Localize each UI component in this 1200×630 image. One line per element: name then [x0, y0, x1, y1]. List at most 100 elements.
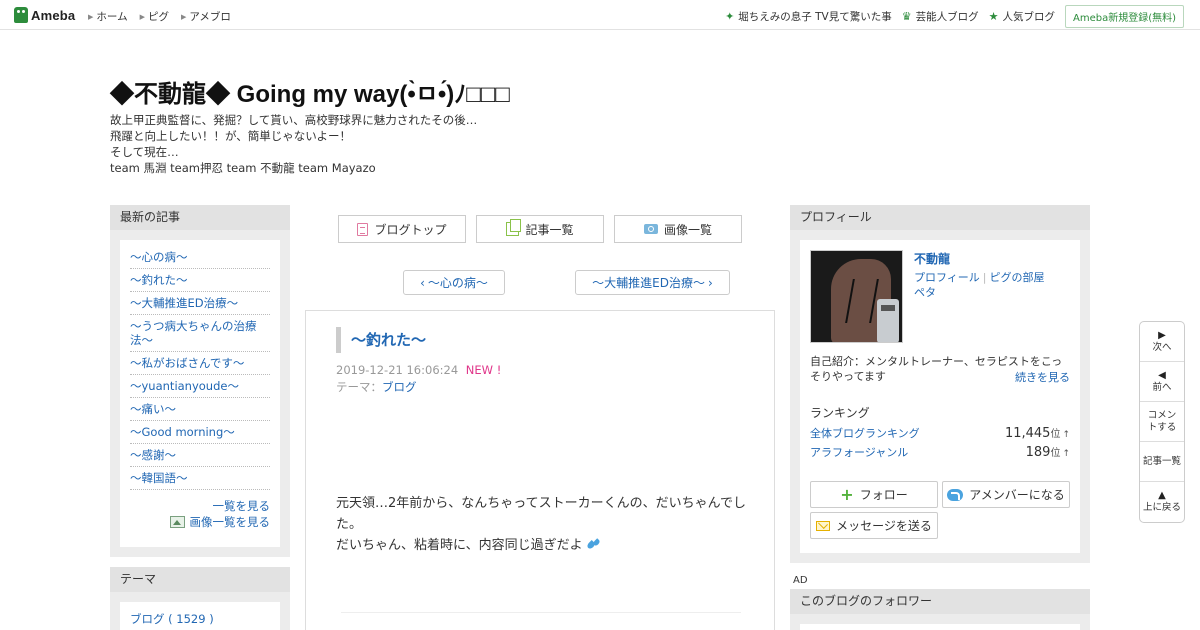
- trending-link[interactable]: ✦ 堀ちえみの息子 TV見て驚いた事: [725, 9, 892, 24]
- profile-box: 不動龍 プロフィール | ピグの部屋 ペタ 自己紹介：メンタルトレーナー、セラピスト…: [790, 230, 1090, 563]
- caret-right-icon: ▶: [139, 12, 145, 21]
- theme-box: ブログ ( 1529 ): [110, 592, 290, 630]
- crown-icon: ♛: [901, 10, 912, 23]
- recent-article-link[interactable]: 〜感謝〜: [130, 444, 270, 467]
- follow-label: フォロー: [859, 488, 908, 502]
- divider: [341, 612, 741, 613]
- profile-card: 不動龍 プロフィール | ピグの部屋 ペタ 自己紹介：メンタルトレーナー、セラピスト…: [800, 240, 1080, 553]
- article-entry: 〜釣れた〜 2019-12-21 16:06:24 NEW ! テーマ：ブログ …: [305, 310, 775, 630]
- ameba-logo[interactable]: Ameba: [14, 6, 75, 24]
- recent-articles-list: 〜心の病〜 〜釣れた〜 〜大輔推進ED治療〜 〜うつ病大ちゃんの治療法〜 〜私が…: [120, 240, 280, 547]
- recent-article-link[interactable]: 〜心の病〜: [130, 246, 270, 269]
- blog-description-line: 故上甲正典監督に、発掘？して貰い、高校野球界に魅力されたその後…: [110, 113, 478, 127]
- profile-heading: プロフィール: [790, 205, 1090, 230]
- theme-list: ブログ ( 1529 ): [120, 602, 280, 630]
- peta-link[interactable]: ペタ: [914, 286, 936, 299]
- popular-blog-link[interactable]: ★ 人気ブログ: [989, 9, 1055, 24]
- recent-article-link[interactable]: 〜Good morning〜: [130, 421, 270, 444]
- camera-icon: [643, 224, 658, 234]
- ranking-unit: 位: [1050, 448, 1061, 459]
- arrow-up-icon: ▲: [1158, 490, 1166, 501]
- nav-pigg[interactable]: ▶ ピグ: [140, 9, 169, 24]
- recent-article-link[interactable]: 〜yuantianyoude〜: [130, 375, 270, 398]
- float-article-list-label: 記事一覧: [1142, 455, 1181, 467]
- nav-home[interactable]: ▶ ホーム: [88, 9, 128, 24]
- arrow-right-icon: ▶: [1158, 329, 1166, 341]
- see-all-images-link[interactable]: 画像一覧を見る: [130, 514, 270, 530]
- blog-description-line: team 馬淵 team押忍 team 不動龍 team Mayazo: [110, 161, 376, 175]
- send-message-label: メッセージを送る: [836, 519, 932, 533]
- star-icon: ★: [988, 10, 999, 23]
- float-back-to-top-button[interactable]: ▲ 上に戻る: [1140, 482, 1184, 522]
- ranking-genre-value: 189位 ↑: [1026, 444, 1070, 460]
- global-nav: ▶ ホーム ▶ ピグ ▶ アメブロ: [88, 9, 231, 24]
- header-right-links: ✦ 堀ちえみの息子 TV見て驚いた事 ♛ 芸能人ブログ ★ 人気ブログ Ameba新規…: [725, 5, 1184, 28]
- amember-label: アメンバーになる: [969, 488, 1065, 502]
- follow-button[interactable]: + フォロー: [810, 481, 938, 508]
- profile-link[interactable]: プロフィール: [914, 271, 980, 284]
- image-list-icon: [169, 516, 185, 528]
- followers-heading: このブログのフォロワー: [790, 589, 1090, 614]
- float-prev-label: 前へ: [1152, 381, 1172, 393]
- amember-icon: [947, 488, 964, 501]
- celebrity-blog-label: 芸能人ブログ: [915, 11, 979, 23]
- blog-top-button[interactable]: ブログトップ: [338, 215, 466, 243]
- chevron-left-icon: ‹: [420, 275, 425, 290]
- ranking-row: アラフォージャンル 189位 ↑: [810, 444, 1070, 460]
- image-list-button[interactable]: 画像一覧: [614, 215, 742, 243]
- avatar[interactable]: [810, 250, 903, 343]
- article-list-button[interactable]: 記事一覧: [476, 215, 604, 243]
- ranking-label: ランキング: [810, 406, 870, 420]
- blog-description-line: 飛躍と向上したい！！が、簡単じゃないよー！: [110, 129, 352, 143]
- ranking-unit: 位: [1050, 429, 1061, 440]
- theme-link[interactable]: ブログ ( 1529 ): [130, 612, 270, 626]
- ranking-genre-link[interactable]: アラフォージャンル: [810, 444, 908, 460]
- recent-article-link[interactable]: 〜釣れた〜: [130, 269, 270, 292]
- recent-article-link[interactable]: 〜大輔推進ED治療〜: [130, 292, 270, 315]
- theme-heading: テーマ: [110, 567, 290, 592]
- recent-articles-box: 〜心の病〜 〜釣れた〜 〜大輔推進ED治療〜 〜うつ病大ちゃんの治療法〜 〜私が…: [110, 230, 290, 557]
- ranking-overall-link[interactable]: 全体ブログランキング: [810, 425, 920, 441]
- entry-title[interactable]: 〜釣れた〜: [336, 327, 426, 353]
- profile-links: プロフィール | ピグの部屋 ペタ: [914, 270, 1074, 300]
- blog-title[interactable]: ◆不動龍◆ Going my way(•̀ㅁ•́)ﾉ□□□: [110, 74, 510, 109]
- celebrity-blog-link[interactable]: ♛ 芸能人ブログ: [902, 9, 979, 24]
- entry-theme-link[interactable]: ブログ: [382, 380, 417, 394]
- sweat-drops-icon: [587, 538, 601, 550]
- documents-icon: [506, 219, 522, 236]
- float-comment-button[interactable]: コメントする: [1140, 402, 1184, 442]
- entry-body: 元天領…2年前から、なんちゃってストーカーくんの、だいちゃんでした。 だいちゃん…: [336, 493, 746, 556]
- arrow-left-icon: ◀: [1158, 369, 1166, 381]
- nav-ameblo-label: アメブロ: [189, 11, 231, 23]
- prev-article-button[interactable]: ‹ 〜心の病〜: [403, 270, 505, 295]
- recent-article-link[interactable]: 〜痛い〜: [130, 398, 270, 421]
- register-button[interactable]: Ameba新規登録(無料): [1064, 5, 1184, 28]
- pigg-room-link[interactable]: ピグの部屋: [990, 271, 1045, 284]
- float-next-button[interactable]: ▶ 次へ: [1140, 322, 1184, 362]
- see-all-images-label: 画像一覧を見る: [189, 515, 271, 529]
- nav-ameblo[interactable]: ▶ アメブロ: [181, 9, 231, 24]
- read-more-link[interactable]: 続きを見る: [1015, 369, 1070, 385]
- ranking-value: 189: [1025, 445, 1051, 460]
- followers-list: [800, 624, 1080, 630]
- float-comment-label: コメントする: [1147, 409, 1177, 433]
- nav-pigg-label: ピグ: [147, 11, 169, 23]
- ranking-row: 全体ブログランキング 11,445位 ↑: [810, 425, 1070, 441]
- recent-article-link[interactable]: 〜韓国語〜: [130, 467, 270, 490]
- float-prev-button[interactable]: ◀ 前へ: [1140, 362, 1184, 402]
- float-back-to-top-label: 上に戻る: [1142, 502, 1181, 513]
- article-list-label: 記事一覧: [525, 222, 574, 237]
- next-article-button[interactable]: 〜大輔推進ED治療〜 ›: [575, 270, 730, 295]
- profile-name[interactable]: 不動龍: [914, 250, 950, 267]
- float-article-list-button[interactable]: 記事一覧: [1140, 442, 1184, 482]
- popular-blog-label: 人気ブログ: [1002, 11, 1055, 23]
- see-all-articles-link[interactable]: 一覧を見る: [130, 498, 271, 514]
- arrow-up-icon: ↑: [1062, 449, 1070, 459]
- recent-article-link[interactable]: 〜うつ病大ちゃんの治療法〜: [130, 315, 270, 352]
- send-message-button[interactable]: メッセージを送る: [810, 512, 938, 539]
- followers-box: [790, 614, 1090, 630]
- amember-button[interactable]: アメンバーになる: [942, 481, 1070, 508]
- ameba-logo-text: Ameba: [31, 7, 76, 23]
- recent-article-link[interactable]: 〜私がおばさんです〜: [130, 352, 270, 375]
- caret-right-icon: ▶: [180, 12, 187, 21]
